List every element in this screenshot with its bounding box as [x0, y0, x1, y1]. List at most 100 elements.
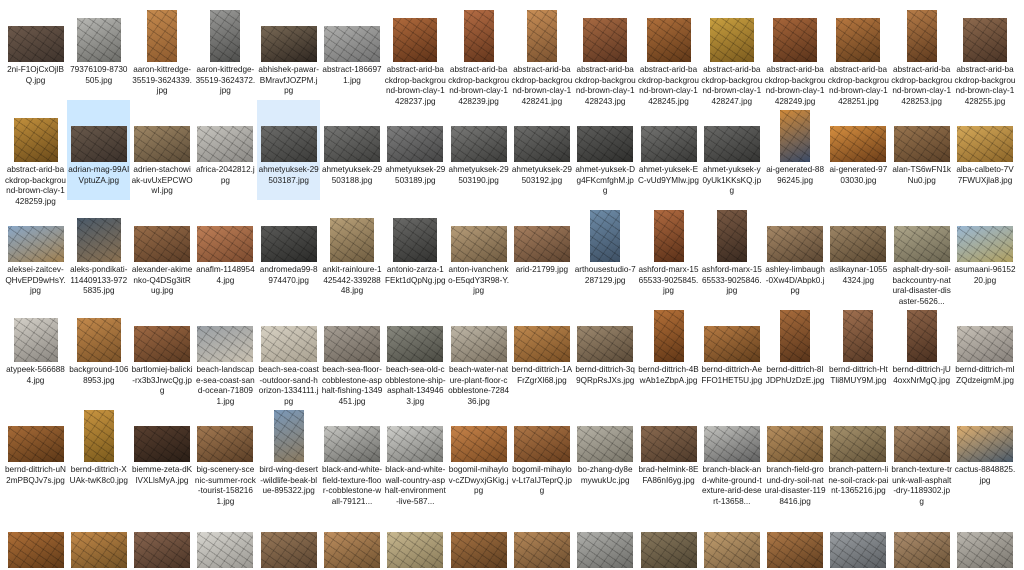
file-tile[interactable]: alan-TS6wFN1kNu0.jpg	[890, 100, 953, 200]
file-tile[interactable]: asphalt-dry-soil-backcountry-natural-dis…	[890, 200, 953, 306]
file-tile[interactable]: ashley-limbaugh-0Xw4D/Abpk0.jpg	[764, 200, 827, 300]
file-tile[interactable]: abstract-arid-backdrop-background-brown-…	[384, 0, 447, 106]
file-tile[interactable]: beach-water-nature-plant-floor-cobblesto…	[447, 300, 510, 406]
file-tile[interactable]: anton-ivanchenko-E5qdY3R98-Y.jpg	[447, 200, 510, 300]
image-thumbnail	[836, 18, 881, 62]
file-tile[interactable]: bernd-dittrich-jU4oxxNrMgQ.jpg	[890, 300, 953, 400]
file-name-label: ashford-marx-1565533-9025846.jpg	[701, 265, 762, 295]
file-tile[interactable]: abstract-arid-backdrop-background-brown-…	[954, 0, 1017, 106]
file-tile[interactable]: black-and-white-field-texture-floor-cobb…	[321, 400, 384, 506]
file-tile[interactable]: beach-landscape-sea-coast-sand-ocean-718…	[194, 300, 257, 406]
file-tile[interactable]: atypeek-5666884.jpg	[4, 300, 67, 400]
file-tile[interactable]: bernd-dittrich-uN2mPBQJv7s.jpg	[4, 400, 67, 500]
file-tile[interactable]: adrian-mag-99AIVptuZA.jpg	[67, 100, 131, 200]
file-tile[interactable]: beach-sea-floor-cobblestone-asphalt-fish…	[321, 300, 384, 406]
file-tile[interactable]: beach-sea-old-cobblestone-ship-asphalt-1…	[384, 300, 447, 406]
file-tile[interactable]	[257, 506, 320, 568]
file-tile[interactable]: arthousestudio-7287129.jpg	[574, 200, 637, 300]
file-tile[interactable]: cactus-8848825.jpg	[954, 400, 1017, 500]
file-tile[interactable]: bird-wing-desert-wildlife-beak-blue-8953…	[257, 400, 320, 500]
file-tile[interactable]	[574, 506, 637, 568]
file-tile[interactable]: abstract-arid-backdrop-background-brown-…	[447, 0, 510, 106]
file-tile[interactable]	[637, 506, 700, 568]
file-tile[interactable]: bartlomiej-balicki-rx3b3JrwcQg.jpg	[131, 300, 194, 400]
file-tile[interactable]	[890, 506, 953, 568]
file-tile[interactable]: aleks-pondikati-114409133-9725835.jpg	[67, 200, 130, 300]
file-tile[interactable]	[67, 506, 130, 568]
file-tile[interactable]: background-1068953.jpg	[67, 300, 130, 400]
file-tile[interactable]: bernd-dittrich-4BwAb1eZbpA.jpg	[637, 300, 700, 400]
file-tile[interactable]	[954, 506, 1017, 568]
file-tile[interactable]: abstract-arid-backdrop-background-brown-…	[510, 0, 573, 106]
file-tile[interactable]: bernd-dittrich-XUAk-twK8c0.jpg	[67, 400, 130, 500]
file-tile[interactable]: branch-field-ground-dry-soil-natural-dis…	[764, 400, 827, 506]
file-tile[interactable]: antonio-zarza-1FEkt1dQpNg.jpg	[384, 200, 447, 300]
file-tile[interactable]: alba-calbeto-7V7FWUXjla8.jpg	[954, 100, 1017, 200]
file-tile[interactable]: ai-generated-9703030.jpg	[827, 100, 890, 200]
file-tile[interactable]: aaron-kittredge-35519-3624372.jpg	[194, 0, 257, 100]
file-tile[interactable]: ai-generated-8896245.jpg	[764, 100, 827, 200]
file-tile[interactable]: bo-zhang-dy8emywukUc.jpg	[574, 400, 637, 500]
file-tile[interactable]: ahmetyuksek-29503192.jpg	[510, 100, 573, 200]
file-tile[interactable]: ankit-rainloure-1425442-33928848.jpg	[321, 200, 384, 300]
thumbnail-frame	[827, 300, 890, 364]
file-tile[interactable]: asumaani-9615220.jpg	[954, 200, 1017, 300]
file-tile[interactable]: ashford-marx-1565533-9025846.jpg	[700, 200, 763, 300]
file-tile[interactable]: aleksei-zaitcev-QHvEPD9wHsY.jpg	[4, 200, 67, 300]
file-tile[interactable]: bogomil-mihaylov-cZDwyxjGKig.jpg	[447, 400, 510, 500]
file-tile[interactable]: ahmetyuksek-29503187.jpg	[257, 100, 321, 200]
file-tile[interactable]	[827, 506, 890, 568]
file-tile[interactable]: abstract-arid-backdrop-background-brown-…	[637, 0, 700, 106]
file-tile[interactable]: bernd-dittrich-HtTli8MUY9M.jpg	[827, 300, 890, 400]
file-tile[interactable]: ashford-marx-1565533-9025845.jpg	[637, 200, 700, 300]
file-tile[interactable]	[447, 506, 510, 568]
file-tile[interactable]: anaflm-11489544.jpg	[194, 200, 257, 300]
file-tile[interactable]: branch-pattern-line-soil-crack-paint-136…	[827, 400, 890, 500]
file-tile[interactable]	[384, 506, 447, 568]
file-tile[interactable]: africa-2042812.jpg	[194, 100, 257, 200]
file-tile[interactable]: abstract-arid-backdrop-background-brown-…	[890, 0, 953, 106]
file-tile[interactable]: brad-helmink-8EFA86nI6yg.jpg	[637, 400, 700, 500]
file-tile[interactable]: beach-sea-coast-outdoor-sand-horizon-133…	[257, 300, 320, 406]
file-tile[interactable]: ahmetyuksek-29503188.jpg	[321, 100, 384, 200]
file-tile[interactable]	[131, 506, 194, 568]
file-tile[interactable]: abstract-arid-backdrop-background-brown-…	[700, 0, 763, 106]
file-tile[interactable]	[700, 506, 763, 568]
file-tile[interactable]: arid-21799.jpg	[510, 200, 573, 300]
file-tile[interactable]: abstract-1866971.jpg	[321, 0, 384, 100]
file-tile[interactable]	[510, 506, 573, 568]
file-tile[interactable]: bernd-dittrich-8IJDPhUzDzE.jpg	[764, 300, 827, 400]
file-tile[interactable]: alexander-akimenko-Q4DSg3itRug.jpg	[131, 200, 194, 300]
file-tile[interactable]: bernd-dittrich-3q9QRpRsJXs.jpg	[574, 300, 637, 400]
file-tile[interactable]: bogomil-mihaylov-Lt7aIJTeprQ.jpg	[510, 400, 573, 500]
file-tile[interactable]: aaron-kittredge-35519-3624339.jpg	[131, 0, 194, 100]
file-tile[interactable]	[321, 506, 384, 568]
thumbnail-frame	[637, 400, 700, 464]
file-tile[interactable]: adrien-stachowiak-uvUxEPCWOwI.jpg	[131, 100, 194, 200]
file-tile[interactable]: biemme-zeta-dKlVXLlsMyA.jpg	[131, 400, 194, 500]
file-tile[interactable]: ahmet-yuksek-Dg4FKcmfghM.jpg	[574, 100, 637, 200]
file-tile[interactable]: bernd-dittrich-1AFrZgrXl68.jpg	[510, 300, 573, 400]
file-tile[interactable]: abhishek-pawar-BMravfJOZPM.jpg	[257, 0, 320, 100]
file-tile[interactable]: black-and-white-wall-country-asphalt-env…	[384, 400, 447, 506]
file-tile[interactable]: abstract-arid-backdrop-background-brown-…	[764, 0, 827, 106]
file-tile[interactable]: ahmet-yuksek-y0yUk1KKsKQ.jpg	[700, 100, 763, 200]
file-tile[interactable]: branch-texture-trunk-wall-asphalt-dry-11…	[890, 400, 953, 506]
file-tile[interactable]: big-scenery-scenic-summer-rock-tourist-1…	[194, 400, 257, 506]
file-tile[interactable]: branch-black-and-white-ground-texture-ar…	[700, 400, 763, 506]
file-tile[interactable]: abstract-arid-backdrop-background-brown-…	[4, 100, 67, 206]
file-tile[interactable]: ahmet-yuksek-EC-vUd9YMIw.jpg	[637, 100, 700, 200]
file-tile[interactable]: 79376109-8730505.jpg	[67, 0, 130, 100]
file-tile[interactable]: bernd-dittrich-mIZQdzeigmM.jpg	[954, 300, 1017, 400]
file-tile[interactable]: abstract-arid-backdrop-background-brown-…	[827, 0, 890, 106]
file-tile[interactable]: andromeda99-8974470.jpg	[257, 200, 320, 300]
file-tile[interactable]: bernd-dittrich-AeFFO1HET5U.jpg	[700, 300, 763, 400]
file-tile[interactable]: aslikaynar-10554324.jpg	[827, 200, 890, 300]
file-tile[interactable]	[764, 506, 827, 568]
file-tile[interactable]: ahmetyuksek-29503189.jpg	[384, 100, 447, 200]
file-tile[interactable]: 2ni-F1OjCxOjlBQ.jpg	[4, 0, 67, 100]
file-tile[interactable]	[194, 506, 257, 568]
file-tile[interactable]	[4, 506, 67, 568]
file-tile[interactable]: abstract-arid-backdrop-background-brown-…	[574, 0, 637, 106]
file-tile[interactable]: ahmetyuksek-29503190.jpg	[447, 100, 510, 200]
